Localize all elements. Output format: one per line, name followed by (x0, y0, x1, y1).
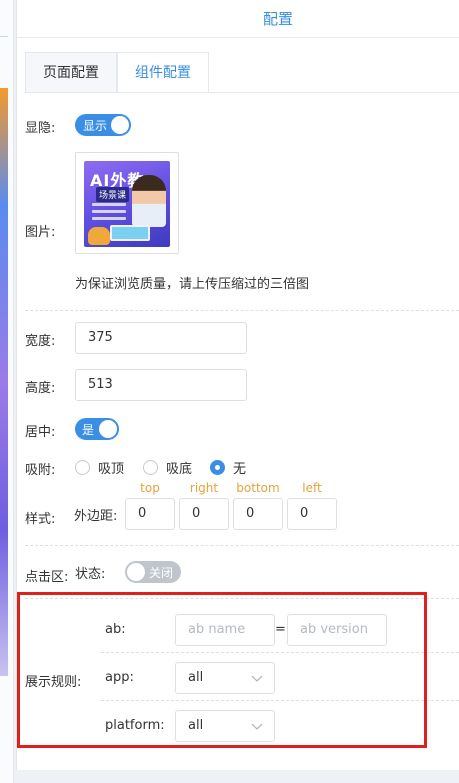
margin-left-input[interactable]: 0 (287, 498, 337, 530)
radio-circle (75, 460, 90, 475)
center-switch[interactable]: 是 (75, 418, 119, 440)
highlight-box (17, 592, 427, 748)
image-label: 图片: (25, 225, 56, 240)
switch-knob (127, 563, 145, 581)
height-label: 高度: (25, 381, 56, 396)
tab-page-config[interactable]: 页面配置 (25, 52, 117, 93)
center-switch-text: 是 (82, 423, 95, 437)
tab-bar: 页面配置 组件配置 (25, 52, 209, 93)
hotarea-label: 点击区: (25, 570, 69, 585)
radio-label: 吸底 (166, 462, 193, 477)
caption-right: right (189, 481, 219, 495)
image-thumbnail: AI外教 场景课 (84, 161, 170, 247)
caption-top: top (140, 481, 160, 495)
thumb-subtitle: 场景课 (96, 187, 130, 202)
thumb-screen (110, 225, 150, 241)
thumb-mascot (88, 227, 110, 245)
tabs-divider (25, 92, 459, 93)
margin-right-input[interactable]: 0 (179, 498, 229, 530)
radio-sticky-none[interactable]: 无 (210, 458, 246, 477)
radio-label: 无 (233, 462, 247, 477)
sticky-label: 吸附: (25, 463, 56, 478)
hotarea-state-label: 状态: (75, 567, 106, 582)
switch-knob (111, 116, 129, 134)
section-divider (25, 545, 459, 546)
panel-title: 配置 (17, 0, 459, 38)
switch-knob (99, 420, 117, 438)
radio-circle (143, 460, 158, 475)
section-divider (25, 310, 459, 311)
radio-sticky-bottom[interactable]: 吸底 (143, 458, 192, 477)
hotarea-switch-text: 关闭 (148, 566, 173, 580)
radio-sticky-top[interactable]: 吸顶 (75, 458, 124, 477)
caption-bottom: bottom (236, 481, 280, 495)
height-input[interactable]: 513 (75, 369, 247, 401)
center-label: 居中: (25, 425, 56, 440)
thumb-teacher-figure (132, 175, 166, 227)
background-divider (0, 36, 8, 37)
visibility-switch-text: 显示 (83, 119, 108, 133)
thumb-text-lines (92, 203, 126, 224)
margin-top-input[interactable]: 0 (125, 498, 175, 530)
hotarea-switch[interactable]: 关闭 (125, 561, 181, 583)
background-page-strip (0, 0, 14, 783)
radio-circle (210, 460, 225, 475)
image-uploader[interactable]: AI外教 场景课 (75, 152, 179, 254)
caption-left: left (302, 481, 322, 495)
tab-component-config[interactable]: 组件配置 (117, 52, 209, 93)
margin-bottom-input[interactable]: 0 (233, 498, 283, 530)
margin-label: 外边距: (74, 509, 118, 524)
image-hint: 为保证浏览质量，请上传压缩过的三倍图 (75, 277, 310, 292)
visibility-label: 显隐: (25, 121, 56, 136)
background-preview-image (0, 88, 8, 676)
width-input[interactable]: 375 (75, 322, 247, 354)
visibility-switch[interactable]: 显示 (75, 114, 131, 136)
width-label: 宽度: (25, 334, 56, 349)
radio-label: 吸顶 (98, 462, 125, 477)
style-label: 样式: (25, 512, 56, 527)
